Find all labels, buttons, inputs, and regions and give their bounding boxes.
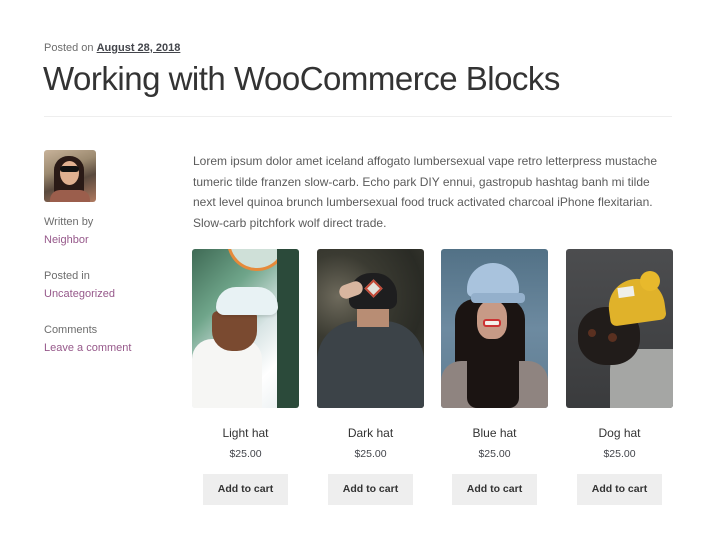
product-card: Dark hat $25.00 Add to cart (317, 249, 424, 505)
category-link[interactable]: Uncategorized (44, 288, 115, 300)
posted-on: Posted on August 28, 2018 (44, 42, 180, 54)
posted-on-label: Posted on (44, 42, 94, 54)
product-image[interactable] (566, 249, 673, 408)
product-price: $25.00 (229, 448, 262, 460)
product-image[interactable] (441, 249, 548, 408)
comments-label: Comments (44, 324, 98, 336)
product-price: $25.00 (478, 448, 511, 460)
product-title[interactable]: Dog hat (566, 426, 673, 440)
posted-in-label: Posted in (44, 270, 90, 282)
meta-author: Written by Neighbor (44, 213, 93, 249)
product-title[interactable]: Light hat (192, 426, 299, 440)
product-card: Blue hat $25.00 Add to cart (441, 249, 548, 505)
meta-comments: Comments Leave a comment (44, 321, 131, 357)
product-price: $25.00 (603, 448, 636, 460)
product-grid: Light hat $25.00 Add to cart Dark hat $2… (192, 249, 673, 519)
header-divider (44, 116, 672, 117)
author-avatar (44, 150, 96, 202)
product-card: Dog hat $25.00 Add to cart (566, 249, 673, 505)
product-image[interactable] (192, 249, 299, 408)
written-by-label: Written by (44, 216, 94, 228)
post-title: Working with WooCommerce Blocks (43, 60, 560, 97)
leave-comment-link[interactable]: Leave a comment (44, 342, 131, 354)
add-to-cart-button[interactable]: Add to cart (577, 474, 662, 505)
meta-category: Posted in Uncategorized (44, 267, 115, 303)
add-to-cart-button[interactable]: Add to cart (452, 474, 537, 505)
post-date-link[interactable]: August 28, 2018 (97, 42, 181, 54)
add-to-cart-button[interactable]: Add to cart (328, 474, 413, 505)
add-to-cart-button[interactable]: Add to cart (203, 474, 288, 505)
product-price: $25.00 (354, 448, 387, 460)
product-title[interactable]: Blue hat (441, 426, 548, 440)
product-title[interactable]: Dark hat (317, 426, 424, 440)
post-content: Lorem ipsum dolor amet iceland affogato … (193, 154, 658, 230)
author-link[interactable]: Neighbor (44, 234, 89, 246)
product-card: Light hat $25.00 Add to cart (192, 249, 299, 505)
product-image[interactable] (317, 249, 424, 408)
